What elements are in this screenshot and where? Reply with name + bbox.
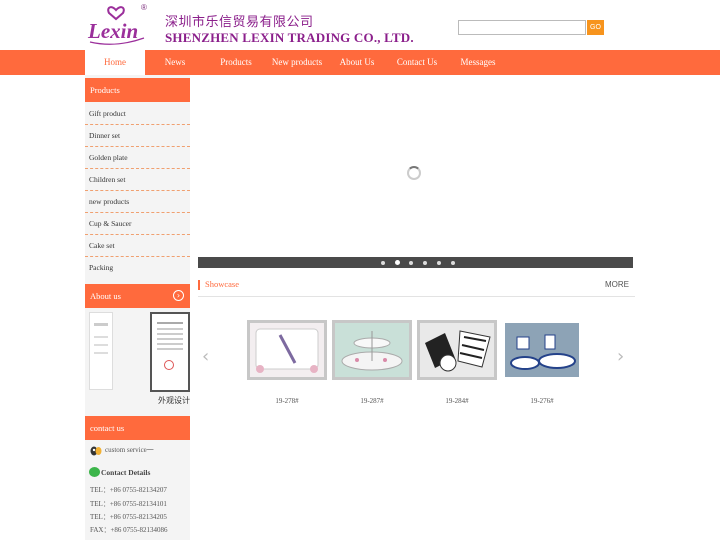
sidebar-item-gift-product[interactable]: Gift product [85,103,190,125]
sidebar-item-children-set[interactable]: Children set [85,169,190,191]
product-image[interactable] [332,320,412,380]
sidebar: Products Gift product Dinner set Golden … [85,75,190,540]
about-us-heading[interactable]: About us › [85,284,190,308]
products-heading[interactable]: Products [85,78,190,102]
product-label-19-278[interactable]: 19-278# [247,397,327,405]
carousel-next-icon[interactable]: › [617,348,624,366]
product-card-19-287[interactable] [332,320,412,380]
chat-bubble-icon [89,467,100,477]
contact-tel-3: TEL：+86 0755-82134205 [90,513,167,521]
search-go-button[interactable]: GO [587,20,604,35]
nav-home[interactable]: Home [85,50,145,75]
contact-us-heading[interactable]: contact us [85,416,190,440]
slider-dot[interactable] [381,260,385,265]
product-label-19-284[interactable]: 19-284# [417,397,497,405]
sidebar-item-golden-plate[interactable]: Golden plate [85,147,190,169]
carousel-prev-icon[interactable]: ‹ [202,348,209,366]
slider-dot-active[interactable] [395,260,400,265]
svg-text:Lexin: Lexin [87,19,138,43]
nav-about-us[interactable]: About Us [327,50,387,75]
contact-tel-1: TEL：+86 0755-82134207 [90,486,167,494]
sidebar-item-cup-saucer[interactable]: Cup & Saucer [85,213,190,235]
product-card-19-278[interactable] [247,320,327,380]
contact-fax: FAX：+86 0755-82134086 [90,526,168,534]
showcase-header: Showcase MORE [198,279,635,297]
qq-icon[interactable] [90,443,102,456]
product-card-19-276[interactable] [502,320,582,380]
slider-dot[interactable] [437,260,441,265]
nav-messages[interactable]: Messages [448,50,508,75]
contact-details-title: Contact Details [101,468,151,477]
sidebar-item-dinner-set[interactable]: Dinner set [85,125,190,147]
product-card-19-284[interactable] [417,320,497,380]
custom-service-link[interactable]: custom service一 [105,445,154,455]
slider-dot[interactable] [423,260,427,265]
product-image[interactable] [247,320,327,380]
certificate-image-1[interactable] [89,312,113,390]
contact-tel-2: TEL：+86 0755-82134101 [90,500,167,508]
nav-products[interactable]: Products [206,50,266,75]
slider-dot[interactable] [451,260,455,265]
slider-dot[interactable] [409,260,413,265]
product-image[interactable] [417,320,497,380]
slider-dots [198,257,633,268]
about-image-caption: 外观设计 [158,396,190,405]
more-link[interactable]: MORE [605,280,629,289]
nav-contact-us[interactable]: Contact Us [387,50,447,75]
about-us-label: About us [90,291,121,301]
certificate-image-2[interactable] [150,312,190,392]
product-image[interactable] [502,320,582,380]
sidebar-item-cake-set[interactable]: Cake set [85,235,190,257]
product-label-19-287[interactable]: 19-287# [332,397,412,405]
registered-mark: ® [141,3,147,12]
nav-new-products[interactable]: New products [266,50,328,75]
sidebar-item-packing[interactable]: Packing [85,257,190,279]
company-name-en: SHENZHEN LEXIN TRADING CO., LTD. [165,30,414,45]
chevron-right-icon[interactable]: › [173,290,184,301]
showcase-accent-bar [198,280,200,290]
banner-slider[interactable] [198,78,633,268]
main-nav: Home News Products New products About Us… [0,50,720,75]
loading-spinner-icon [407,166,421,180]
sidebar-item-new-products[interactable]: new products [85,191,190,213]
search-input[interactable] [458,20,586,35]
product-label-19-276[interactable]: 19-276# [502,397,582,405]
nav-news[interactable]: News [145,50,205,75]
company-name-cn: 深圳市乐信贸易有限公司 [165,15,314,30]
showcase-title: Showcase [205,279,239,289]
